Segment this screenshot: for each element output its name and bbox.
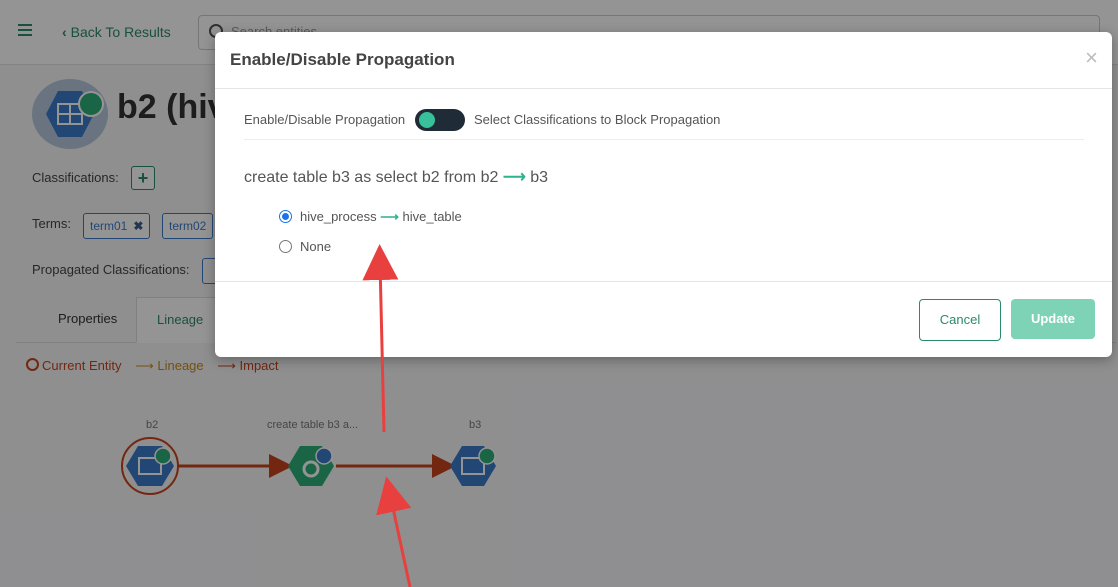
annotation-arrow-up <box>362 244 399 433</box>
annotation-arrow-lower <box>376 476 412 587</box>
annotation-arrows <box>362 244 412 587</box>
